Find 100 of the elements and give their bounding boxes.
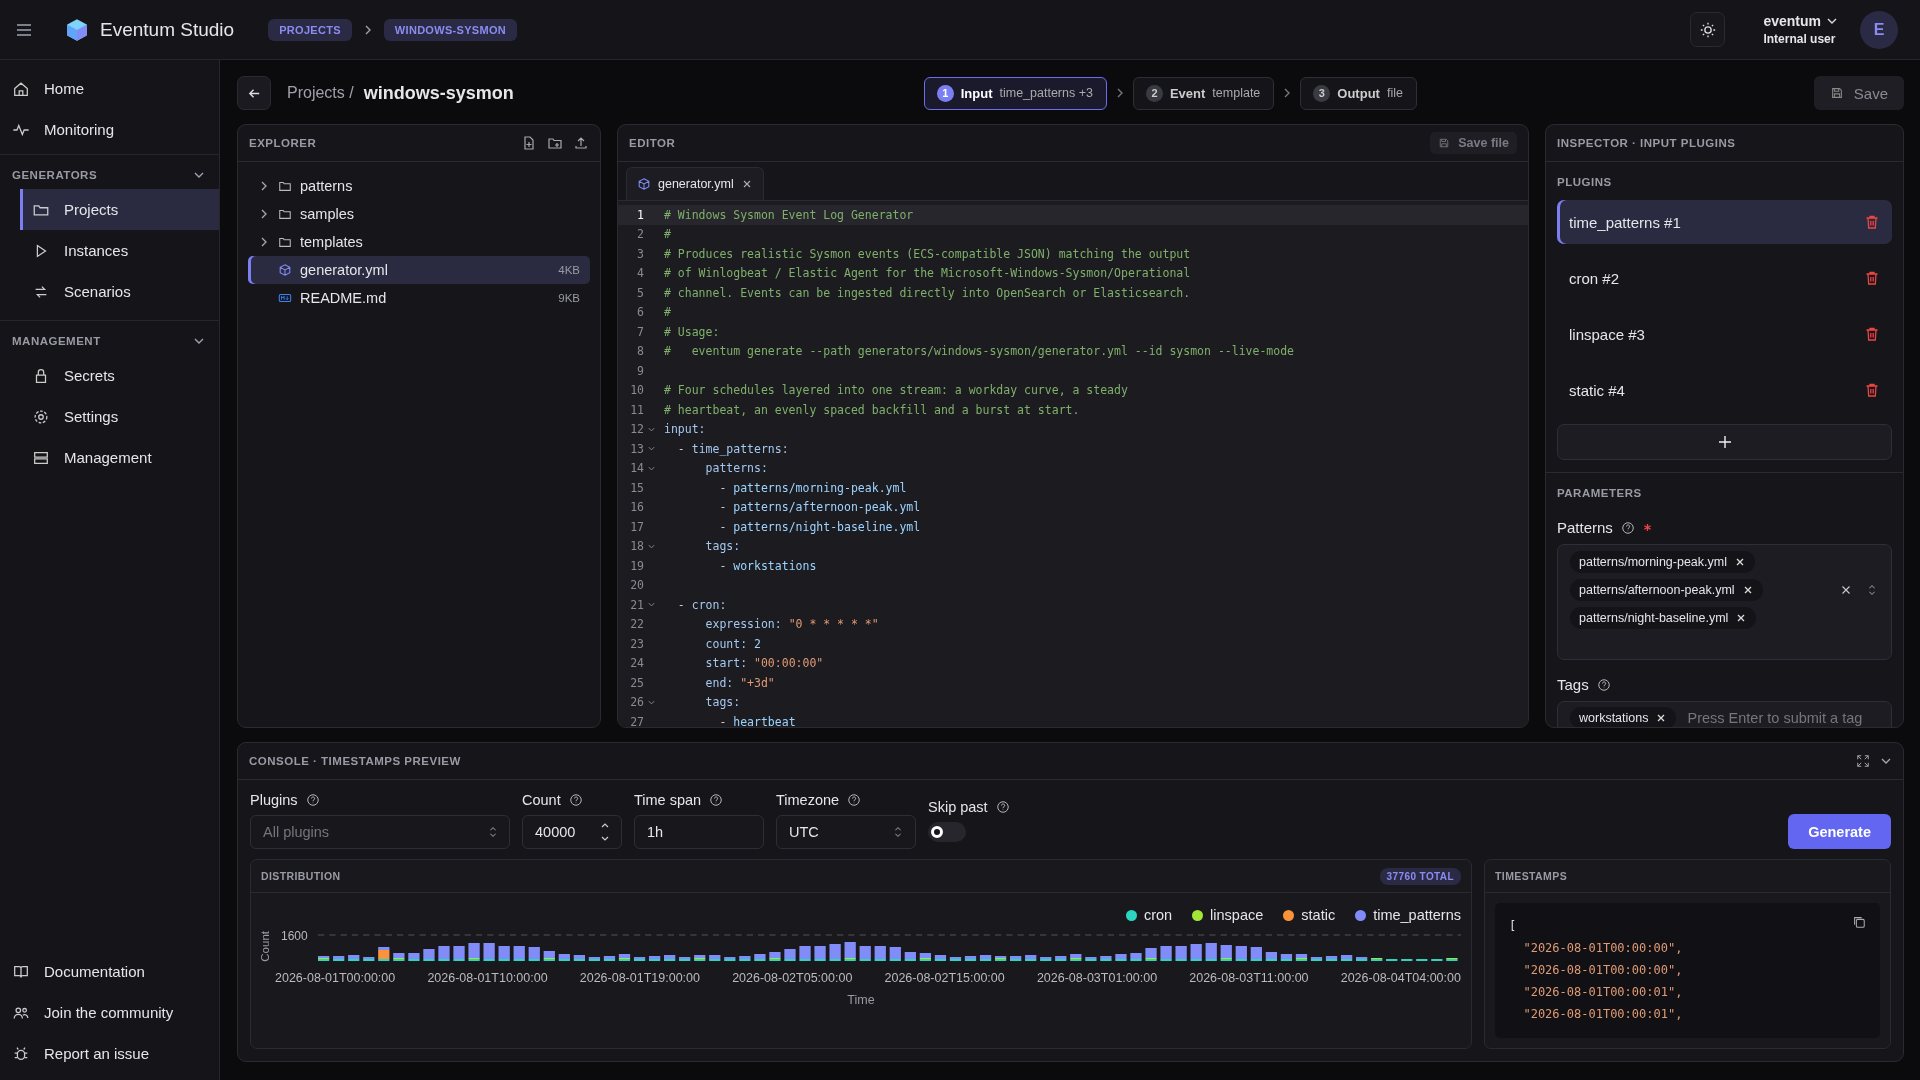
pattern-chip: patterns/morning-peak.yml <box>1570 551 1755 573</box>
file-tree-item[interactable]: generator.yml 4KB <box>248 256 590 284</box>
skip-past-toggle[interactable] <box>928 822 966 842</box>
legend-label[interactable]: time_patterns <box>1373 907 1461 923</box>
trash-icon[interactable] <box>1864 270 1880 286</box>
save-button[interactable]: Save <box>1813 76 1904 110</box>
code-line: input: <box>664 422 706 437</box>
tags-field[interactable]: workstations Press Enter to submit a tag <box>1557 701 1892 727</box>
generate-button[interactable]: Generate <box>1788 814 1891 849</box>
new-file-icon[interactable] <box>521 135 537 151</box>
upload-icon[interactable] <box>573 135 589 151</box>
nav-item[interactable]: Settings <box>20 396 219 437</box>
plugin-item[interactable]: cron #2 <box>1557 256 1892 300</box>
theme-toggle-button[interactable] <box>1690 12 1726 47</box>
help-icon[interactable] <box>1596 677 1611 692</box>
code-line: # eventum generate --path generators/windows-sysmon/generator.yml --id sysmon --live-mode <box>664 344 1295 359</box>
axis-tick-label: 2026-08-03T01:00:00 <box>1036 971 1158 985</box>
breadcrumb-link[interactable]: WINDOWS-SYSMON <box>383 18 517 41</box>
step-tab[interactable]: 3 Output file <box>1300 76 1417 110</box>
file-tab[interactable]: generator.yml <box>626 167 764 200</box>
field-label: Skip past <box>928 799 988 815</box>
plugin-item[interactable]: linspace #3 <box>1557 312 1892 356</box>
user-avatar[interactable]: E <box>1860 10 1898 49</box>
breadcrumb-link[interactable]: Projects / <box>287 84 354 102</box>
help-icon[interactable] <box>1620 520 1635 535</box>
help-icon[interactable] <box>847 793 862 807</box>
help-icon[interactable] <box>709 793 724 807</box>
folder-icon <box>278 235 292 249</box>
code-line: - cron: <box>676 597 727 612</box>
panel-title: INSPECTOR · INPUT PLUGINS <box>1557 137 1736 149</box>
line-number: 23 <box>629 636 644 651</box>
code-line: end: "+3d" <box>704 675 775 690</box>
legend-label[interactable]: static <box>1301 907 1336 923</box>
code-line: patterns: <box>704 461 768 476</box>
nav-link[interactable]: Report an issue <box>0 1033 219 1074</box>
cube-icon <box>637 177 651 191</box>
axis-label: Time <box>847 993 875 1007</box>
new-folder-icon[interactable] <box>547 135 563 151</box>
nav-item[interactable]: Projects <box>20 189 219 230</box>
timezone-select[interactable]: UTC <box>776 815 916 849</box>
expand-icon[interactable] <box>1856 754 1870 768</box>
line-number: 11 <box>629 402 644 417</box>
trash-icon[interactable] <box>1864 214 1880 230</box>
code-line: # Four schedules layered into one stream: a workday curve, a steady <box>664 383 1128 398</box>
help-icon[interactable] <box>568 793 583 807</box>
file-tree-item[interactable]: templates <box>248 228 590 256</box>
nav-link[interactable]: Documentation <box>0 951 219 992</box>
panel-title: EDITOR <box>629 137 676 149</box>
plugin-item[interactable]: static #4 <box>1557 368 1892 412</box>
line-number: 2 <box>636 227 644 242</box>
code-line: # channel. Events can be ingested directly into OpenSearch or Elasticsearch. <box>664 285 1191 300</box>
nav-link[interactable]: Join the community <box>0 992 219 1033</box>
line-number: 19 <box>629 558 644 573</box>
page-title: windows-sysmon <box>363 82 514 104</box>
count-field[interactable]: 40000 <box>522 815 622 849</box>
back-button[interactable] <box>237 76 271 110</box>
save-file-button[interactable]: Save file <box>1430 132 1517 154</box>
code-line: # <box>664 305 671 320</box>
code-line: - heartbeat <box>718 714 796 727</box>
nav-item[interactable]: Monitoring <box>0 109 219 150</box>
nav-item[interactable]: Management <box>20 437 219 478</box>
copy-icon[interactable] <box>1852 915 1866 929</box>
code-line: [ <box>1509 918 1517 935</box>
app-name: Eventum Studio <box>100 18 235 41</box>
time-span-field[interactable]: 1h <box>634 815 764 849</box>
trash-icon[interactable] <box>1864 326 1880 342</box>
trash-icon[interactable] <box>1864 382 1880 398</box>
user-name[interactable]: eventum <box>1763 13 1821 29</box>
axis-label: Count <box>259 930 271 962</box>
file-tree-item[interactable]: patterns <box>248 172 590 200</box>
legend-label[interactable]: cron <box>1143 907 1173 923</box>
code-line: - patterns/morning-peak.yml <box>718 480 907 495</box>
section-title: PARAMETERS <box>1557 487 1643 499</box>
field-label: Time span <box>634 792 702 808</box>
plugin-item[interactable]: time_patterns #1 <box>1557 200 1892 244</box>
step-tab[interactable]: 2 Event template <box>1132 76 1275 110</box>
code-line: # Usage: <box>664 324 720 339</box>
patterns-select[interactable]: patterns/morning-peak.yml patterns/afternoon-peak.yml patterns/night-baseline.yml <box>1557 544 1892 660</box>
step-tab[interactable]: 1 Input time_patterns +3 <box>923 76 1107 110</box>
code-line: # heartbeat, an evenly spaced backfill and a burst at start. <box>664 402 1080 417</box>
axis-tick-label: 2026-08-02T05:00:00 <box>732 971 853 985</box>
nav-item[interactable]: Secrets <box>20 355 219 396</box>
legend-label[interactable]: linspace <box>1210 907 1264 923</box>
line-number: 14 <box>629 461 644 476</box>
code-line: count: 2 <box>704 636 761 651</box>
code-line: tags: <box>704 695 741 710</box>
file-tree-item[interactable]: samples <box>248 200 590 228</box>
help-icon[interactable] <box>305 793 320 807</box>
tag-input[interactable]: Press Enter to submit a tag <box>1685 709 1879 727</box>
line-number: 22 <box>629 617 644 632</box>
help-icon[interactable] <box>995 800 1010 814</box>
plugins-select[interactable]: All plugins <box>250 815 510 849</box>
nav-item[interactable]: Instances <box>20 230 219 271</box>
breadcrumb-link[interactable]: PROJECTS <box>268 18 352 41</box>
file-tree-item[interactable]: README.md 9KB <box>248 284 590 312</box>
section-title: PLUGINS <box>1557 176 1613 188</box>
remove-icon[interactable] <box>1734 556 1746 568</box>
nav-item[interactable]: Home <box>0 68 219 109</box>
nav-item[interactable]: Scenarios <box>20 271 219 312</box>
line-number: 5 <box>636 285 644 300</box>
